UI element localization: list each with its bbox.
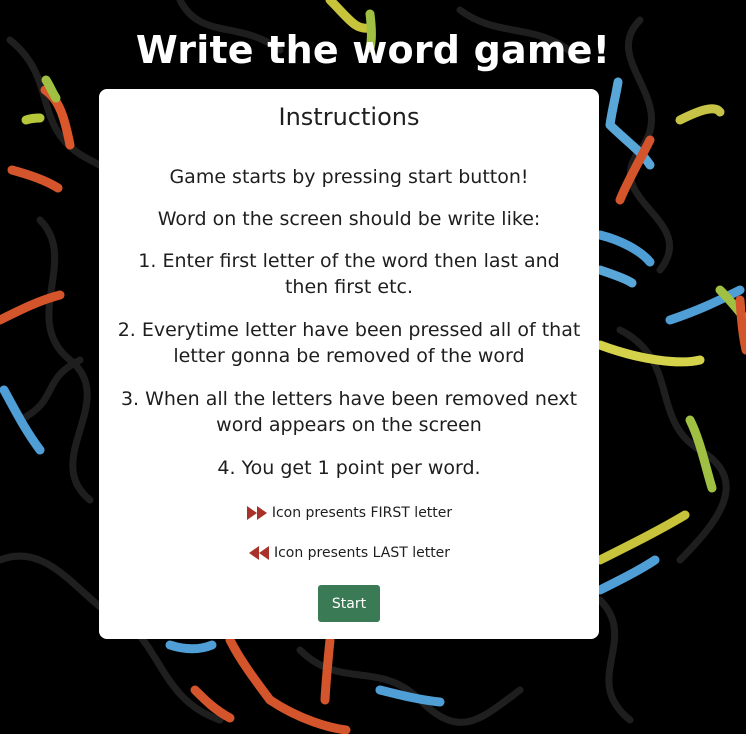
start-button[interactable]: Start: [318, 585, 380, 622]
instructions-card: Instructions Game starts by pressing sta…: [99, 89, 599, 639]
first-letter-legend-text: Icon presents FIRST letter: [271, 505, 453, 521]
last-letter-legend: Icon presents LAST letter: [99, 543, 599, 563]
instruction-step-3: 3. When all the letters have been remove…: [120, 388, 578, 436]
rewind-icon: [248, 546, 269, 560]
instruction-step-4: 4. You get 1 point per word.: [217, 457, 481, 479]
first-letter-legend: Icon presents FIRST letter: [99, 503, 599, 523]
page-title: Write the word game!: [135, 28, 611, 72]
instruction-step-1: 1. Enter first letter of the word then l…: [138, 250, 560, 298]
instruction-line: Word on the screen should be write like:: [157, 208, 541, 230]
instruction-step-2: 2. Everytime letter have been pressed al…: [117, 319, 581, 367]
fast-forward-icon: [246, 506, 267, 520]
instruction-line: Game starts by pressing start button!: [169, 166, 529, 188]
last-letter-legend-text: Icon presents LAST letter: [273, 545, 451, 561]
instructions-heading: Instructions: [278, 103, 420, 131]
